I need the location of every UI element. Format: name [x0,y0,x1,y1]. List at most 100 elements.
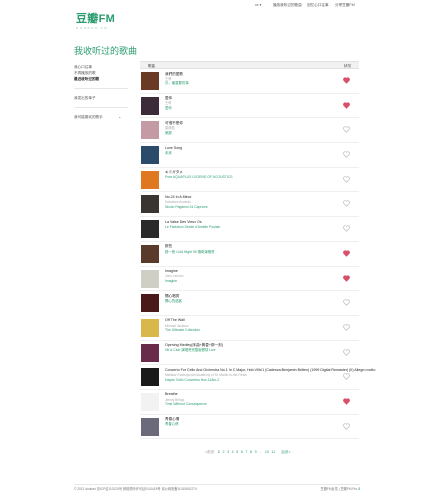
heart-filled-icon[interactable] [343,274,350,282]
heart-filled-icon[interactable] [343,102,350,109]
heart-outline-icon[interactable] [343,299,350,306]
album-cover[interactable] [141,170,159,189]
page-number-link[interactable]: 8 [250,450,252,454]
table-row[interactable]: Opening Medley(序曲+黃昏+那一刻) Hit & Club 演唱會完… [140,341,359,366]
sidebar-item-recent[interactable]: 最近收听过的歌 [74,76,130,82]
footer-badge[interactable]: 2 [358,487,360,491]
page-number-link[interactable]: 7 [245,450,247,454]
song-table: 歌曲 状况 我們的愛歌 王菲 鳥，最重要的事 愛你 王菲 愛你 可惜不是你 梁靜茹 美麗 Love… [140,61,375,440]
topbar-link-play-history[interactable]: 播放我听过的歌曲 [273,3,302,8]
heart-outline-icon[interactable] [343,423,350,430]
table-row[interactable]: Breathe Jimmy Brings Time Without Conseque… [140,390,359,415]
page-number-link[interactable]: 10 [265,450,269,454]
table-row[interactable]: Imagine John Lennon Imagine [140,267,359,292]
song-album[interactable]: Haydn Cello Concertos Nos.1&No.2 [165,378,325,383]
song-album[interactable]: Hit & Club 演唱會完整版實錄 Live [165,348,325,353]
topbar-link-share[interactable]: 分享豆瓣FM [335,3,355,8]
next-page-link[interactable]: 后页> [281,450,290,454]
page-number-link: 1 [217,450,220,454]
album-cover[interactable] [141,121,159,140]
logo-tagline: DOUBAN.FM [76,26,109,30]
heart-filled-icon[interactable] [343,77,350,84]
table-row[interactable]: Concerto For Cello And Orchestra No.1 In… [140,365,375,390]
heart-outline-icon[interactable] [343,373,350,380]
song-album[interactable]: 愛你 [165,106,325,111]
heart-outline-icon[interactable] [343,324,350,331]
page-number-link[interactable]: 11 [271,450,275,454]
song-info: 那些 那一夜 Cold Night 99 傳奇演唱會 [165,244,325,254]
song-album[interactable]: 青春心情 [165,422,325,427]
song-album[interactable]: Le Fabuleux Destin d'Amélie Poulain [165,225,325,230]
song-album[interactable]: Imagine [165,279,325,284]
song-album[interactable]: 鳥，最重要的事 [165,81,325,86]
sidebar-section-artists[interactable]: 我可能喜欢的歌手 ⌄ [74,114,130,120]
page-number-link[interactable]: 6 [241,450,243,454]
album-cover[interactable] [141,195,159,214]
album-cover[interactable] [141,72,159,90]
heart-outline-icon[interactable] [343,126,350,134]
sidebar-section-my-lists[interactable]: 我发出的单子 [74,96,130,101]
top-bar: xx ▾ 播放我听过的歌曲 回忆心口往事 分享豆瓣FM [0,0,434,10]
heart-filled-icon[interactable] [343,398,350,405]
logo[interactable]: 豆瓣FM DOUBAN.FM [76,14,115,31]
song-album[interactable]: Pure AQUAPLUS LEGEND OF ACOUSTICS [165,175,325,180]
song-album[interactable]: 開心的過客 [165,299,325,304]
table-row[interactable]: 那些 那一夜 Cold Night 99 傳奇演唱會 [140,242,359,267]
album-cover[interactable] [141,269,159,288]
table-row[interactable]: Off The Wall Michael Jackson The Ultimate … [140,316,359,341]
song-info: 開心唱秀 開心的過客 [165,294,325,304]
album-cover[interactable] [141,220,159,239]
song-info: Concerto For Cello And Orchestra No.1 In… [165,368,375,383]
column-header-status: 状况 [343,63,351,68]
song-info: Breathe Jimmy Brings Time Without Conseque… [165,392,325,407]
album-cover[interactable] [141,96,159,115]
song-album[interactable]: The Ultimate Collection [165,328,325,333]
heart-outline-icon[interactable] [343,176,350,183]
page-number-link[interactable]: 5 [236,450,238,454]
table-row[interactable]: 開心唱秀 開心的過客 [140,291,359,316]
heart-filled-icon[interactable] [343,250,350,257]
album-cover[interactable] [141,146,159,165]
user-menu[interactable]: xx ▾ [255,3,261,7]
song-album[interactable]: 那一夜 Cold Night 99 傳奇演唱會 [165,250,325,255]
table-row[interactable]: 愛你 王菲 愛你 [140,94,359,119]
page-ellipsis: ... [259,450,263,454]
heart-outline-icon[interactable] [343,200,350,208]
table-row[interactable]: キミガタメ Pure AQUAPLUS LEGEND OF ACOUSTICS [140,168,359,193]
table-row[interactable]: Love Song 未來 [140,143,359,168]
heart-outline-icon[interactable] [343,151,350,158]
album-cover[interactable] [141,294,159,313]
table-row[interactable]: 青春心情 青春心情 [140,415,359,440]
song-info: Opening Medley(序曲+黃昏+那一刻) Hit & Club 演唱會完… [165,343,325,353]
table-row[interactable]: 可惜不是你 梁靜茹 美麗 [140,118,359,144]
song-album[interactable]: 美麗 [165,131,325,136]
table-row[interactable]: No.24 In A Minor Salvatore Accardo Nicolo … [140,192,359,218]
page-number-link[interactable]: 9 [255,450,257,454]
album-cover[interactable] [141,392,159,411]
song-info: Off The Wall Michael Jackson The Ultimate … [165,318,325,333]
song-album[interactable]: Nicolo Paganini 24 Caprices [165,205,325,210]
song-info: Imagine John Lennon Imagine [165,269,325,284]
song-album[interactable]: 未來 [165,151,325,156]
heart-outline-icon[interactable] [343,225,350,232]
page-number-link[interactable]: 4 [232,450,234,454]
topbar-link-memories[interactable]: 回忆心口往事 [307,3,329,8]
page-title: 我收听过的歌曲 [74,46,138,56]
album-cover[interactable] [141,343,159,362]
album-cover[interactable] [141,244,159,263]
album-cover[interactable] [141,318,159,337]
song-info: キミガタメ Pure AQUAPLUS LEGEND OF ACOUSTICS [165,170,325,180]
chevron-down-icon[interactable]: ⌄ [118,114,121,119]
song-album[interactable]: Time Without Consequence [165,402,325,407]
album-cover[interactable] [141,417,159,436]
page-number-link[interactable]: 2 [222,450,224,454]
table-row[interactable]: 我們的愛歌 王菲 鳥，最重要的事 [140,69,359,94]
footer-links: 豆瓣FM反馈 | 豆瓣FM Pro 2 [320,487,360,491]
footer-link-feedback[interactable]: 豆瓣FM反馈 [321,487,338,491]
footer-link-pro[interactable]: 豆瓣FM Pro [341,487,358,491]
prev-page-link[interactable]: <前页 [205,450,214,454]
album-cover[interactable] [141,368,159,387]
table-row[interactable]: La Valse Des Vieux Os Le Fabuleux Destin … [140,217,359,242]
heart-outline-icon[interactable] [343,348,350,356]
page-number-link[interactable]: 3 [227,450,229,454]
